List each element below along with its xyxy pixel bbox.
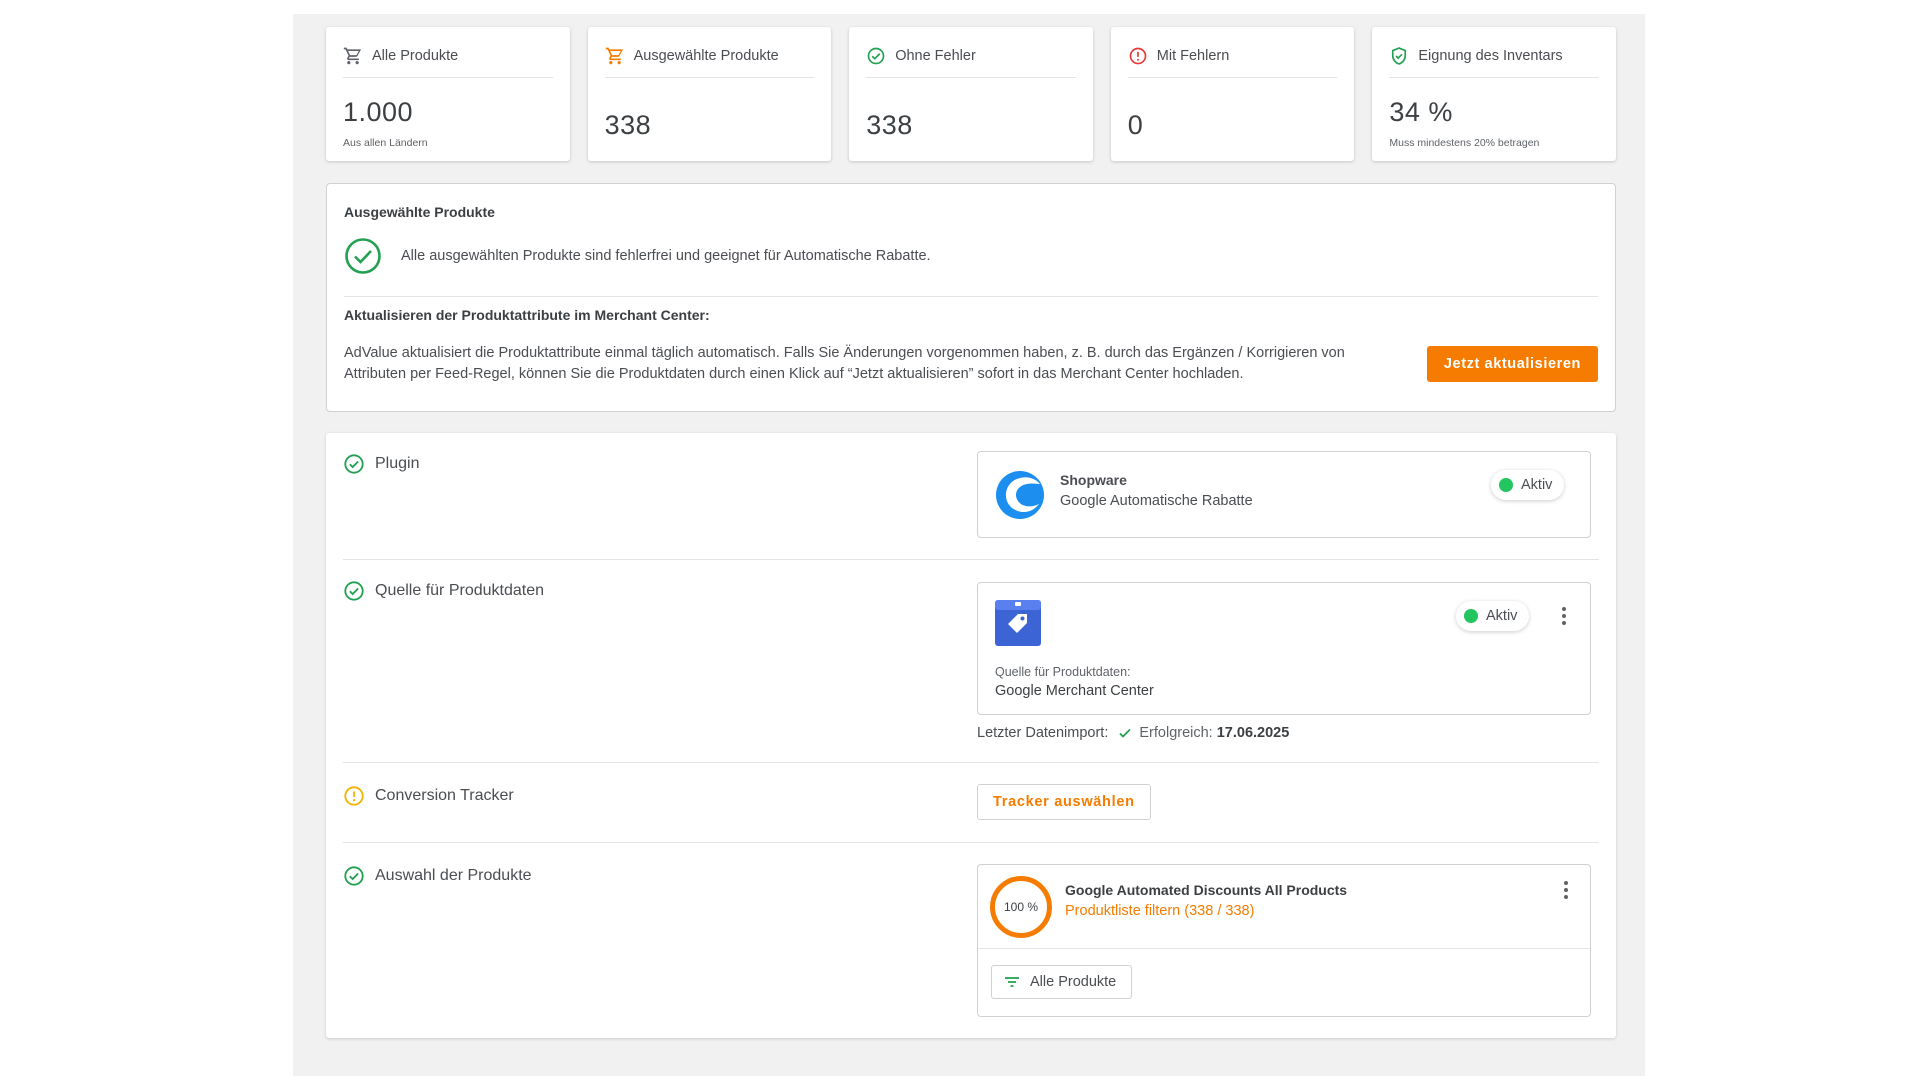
check-icon <box>1119 728 1132 738</box>
badge-label: Aktiv <box>1521 477 1553 493</box>
kpi-card-inventory-eligibility: Eignung des Inventars 34 % Muss mindeste… <box>1372 27 1616 161</box>
kpi-label: Ausgewählte Produkte <box>633 48 779 64</box>
step-plugin: Plugin Shopware Google Automatische Raba… <box>343 433 1599 560</box>
warning-icon <box>344 786 364 806</box>
check-circle-icon <box>344 866 364 886</box>
active-dot-icon <box>1464 609 1478 623</box>
import-status: Erfolgreich: <box>1139 725 1213 741</box>
plugin-card: Shopware Google Automatische Rabatte Akt… <box>977 451 1591 538</box>
kpi-value: 0 <box>1127 110 1144 140</box>
list-title: Google Automated Discounts All Products <box>1065 882 1348 898</box>
card-value: Google Merchant Center <box>995 683 1154 699</box>
kpi-label: Alle Produkte <box>372 48 459 64</box>
cart-icon <box>605 47 623 65</box>
filter-area: Alle Produkte <box>978 949 1590 1017</box>
step-label: Conversion Tracker <box>375 787 514 804</box>
card-title: Shopware <box>1060 472 1127 488</box>
product-list-card: 100 % Google Automated Discounts All Pro… <box>977 864 1591 1017</box>
kpi-label: Eignung des Inventars <box>1418 48 1563 64</box>
kpi-card-all-products: Alle Produkte 1.000 Aus allen Ländern <box>326 27 570 161</box>
step-conversion-tracker: Conversion Tracker Tracker auswählen <box>343 763 1599 843</box>
update-title: Aktualisieren der Produktattribute im Me… <box>344 307 710 323</box>
progress-ring: 100 % <box>990 876 1052 938</box>
selected-products-panel: Ausgewählte Produkte Alle ausgewählten P… <box>326 183 1616 412</box>
status-badge: Aktiv <box>1491 470 1565 500</box>
check-circle-icon <box>867 47 885 65</box>
step-label: Auswahl der Produkte <box>375 867 532 884</box>
kpi-card-selected-products: Ausgewählte Produkte 338 <box>587 27 832 161</box>
status-message: Alle ausgewählten Produkte sind fehlerfr… <box>401 248 931 264</box>
active-dot-icon <box>1499 478 1513 492</box>
step-product-source: Quelle für Produktdaten Aktiv Quelle für… <box>343 560 1599 763</box>
update-now-button[interactable]: Jetzt aktualisieren <box>1426 346 1598 382</box>
kpi-value: 34 % <box>1389 97 1453 127</box>
more-menu-icon[interactable] <box>1561 607 1567 625</box>
step-label: Quelle für Produktdaten <box>375 582 544 599</box>
error-icon <box>1129 47 1147 65</box>
progress-label: 100 % <box>1003 900 1039 914</box>
filter-product-list-link[interactable]: Produktliste filtern (338 / 338) <box>1065 903 1254 919</box>
panel-title: Ausgewählte Produkte <box>344 204 495 220</box>
kpi-value: 338 <box>604 110 652 140</box>
more-menu-icon[interactable] <box>1563 881 1569 899</box>
step-label: Plugin <box>375 455 420 472</box>
cart-icon <box>343 47 362 65</box>
filter-chip[interactable]: Alle Produkte <box>991 965 1133 999</box>
kpi-subtext: Aus allen Ländern <box>343 137 428 149</box>
step-product-selection: Auswahl der Produkte 100 % Google Automa… <box>343 843 1599 1038</box>
kpi-row: Alle Produkte 1.000 Aus allen Ländern Au… <box>326 27 1616 161</box>
merchant-center-icon <box>995 600 1041 646</box>
import-label: Letzter Datenimport: <box>977 725 1109 741</box>
card-caption: Quelle für Produktdaten: <box>995 665 1131 679</box>
shield-check-icon <box>1392 47 1407 65</box>
dashboard: Alle Produkte 1.000 Aus allen Ländern Au… <box>326 27 1616 1038</box>
kpi-card-without-errors: Ohne Fehler 338 <box>849 27 1093 161</box>
import-date: 17.06.2025 <box>1216 725 1290 741</box>
kpi-label: Ohne Fehler <box>895 48 976 64</box>
kpi-card-with-errors: Mit Fehlern 0 <box>1110 27 1355 161</box>
badge-label: Aktiv <box>1486 608 1518 624</box>
check-circle-icon <box>345 238 381 274</box>
kpi-value: 1.000 <box>343 97 414 127</box>
status-badge: Aktiv <box>1456 601 1530 631</box>
filter-icon <box>1005 977 1019 987</box>
chip-label: Alle Produkte <box>1030 974 1117 990</box>
select-tracker-button[interactable]: Tracker auswählen <box>977 784 1151 820</box>
check-circle-icon <box>344 454 364 474</box>
card-subtitle: Google Automatische Rabatte <box>1060 493 1253 509</box>
setup-steps-panel: Plugin Shopware Google Automatische Raba… <box>326 433 1616 1038</box>
update-description: AdValue aktualisiert die Produktattribut… <box>344 345 1345 382</box>
shopware-logo-icon <box>996 471 1044 519</box>
last-import-row: Letzter Datenimport: Erfolgreich: 17.06.… <box>977 725 1591 741</box>
kpi-subtext: Muss mindestens 20% betragen <box>1389 137 1540 149</box>
kpi-label: Mit Fehlern <box>1156 48 1230 64</box>
source-card: Aktiv Quelle für Produktdaten: Google Me… <box>977 582 1591 715</box>
check-circle-icon <box>344 581 364 601</box>
kpi-value: 338 <box>866 110 913 140</box>
